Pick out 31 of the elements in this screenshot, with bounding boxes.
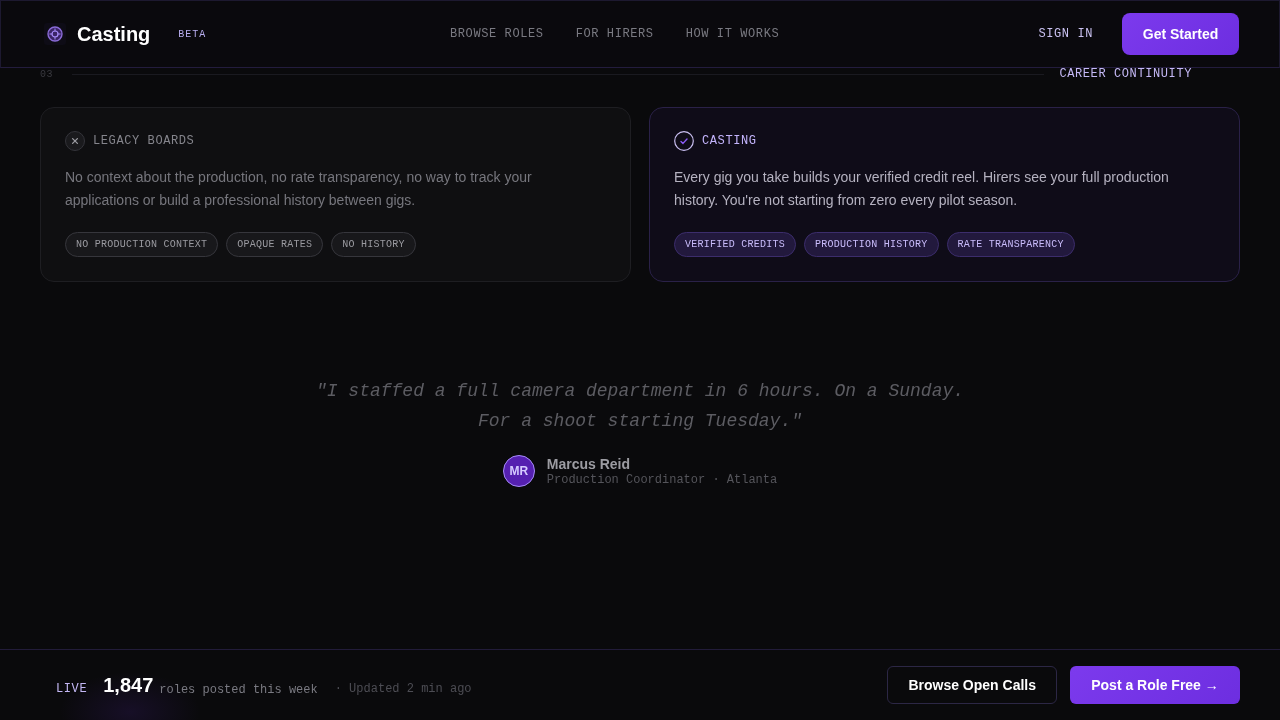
author-name: Marcus Reid	[546, 455, 632, 472]
updated-time: · Updated 2 min ago	[334, 681, 472, 696]
get-started-button[interactable]: Get Started	[1122, 13, 1239, 55]
feature-tag: VERIFIED CREDITS	[674, 232, 796, 257]
card-title: CASTING	[702, 134, 757, 148]
card-description: Every gig you take builds your verified credit reel. Hirers see your full production history. You're not starting from zero every pilot season.	[674, 168, 1170, 210]
feature-tag: PRODUCTION HISTORY	[804, 232, 939, 257]
author-avatar: MR	[502, 455, 535, 487]
testimonial-quote: "I staffed a full camera department in 6 hours. On a Sunday. For a shoot starting Tuesday."	[314, 380, 966, 433]
logo-icon	[44, 23, 66, 45]
check-icon	[674, 131, 694, 151]
card-description: No context about the production, no rate transparency, no way to track your applications or build a professional history between gigs.	[65, 168, 533, 210]
sign-in-link[interactable]: SIGN IN	[1038, 27, 1093, 41]
feature-tag: NO PRODUCTION CONTEXT	[65, 232, 219, 257]
author-role: Production Coordinator · Atlanta	[546, 472, 778, 487]
browse-calls-button[interactable]: Browse Open Calls	[887, 666, 1057, 704]
nav-link[interactable]: BROWSE ROLES	[450, 27, 544, 41]
close-icon	[65, 131, 85, 151]
feature-tag: NO HISTORY	[331, 232, 416, 257]
nav-link[interactable]: FOR HIRERS	[575, 27, 654, 41]
feature-tag: OPAQUE RATES	[226, 232, 324, 257]
feature-tag: RATE TRANSPARENCY	[946, 232, 1075, 257]
beta-label: BETA	[178, 28, 207, 40]
nav-link[interactable]: HOW IT WORKS	[685, 27, 780, 41]
brand-name[interactable]: Casting	[77, 22, 151, 46]
card-title: LEGACY BOARDS	[93, 134, 195, 148]
roles-count-label: roles posted this week	[159, 682, 318, 697]
roles-count: 1,847	[103, 673, 154, 697]
live-label: LIVE	[56, 681, 88, 696]
post-role-button[interactable]: Post a Role Free →	[1070, 666, 1240, 704]
section-label: CAREER CONTINUITY	[1059, 67, 1192, 81]
